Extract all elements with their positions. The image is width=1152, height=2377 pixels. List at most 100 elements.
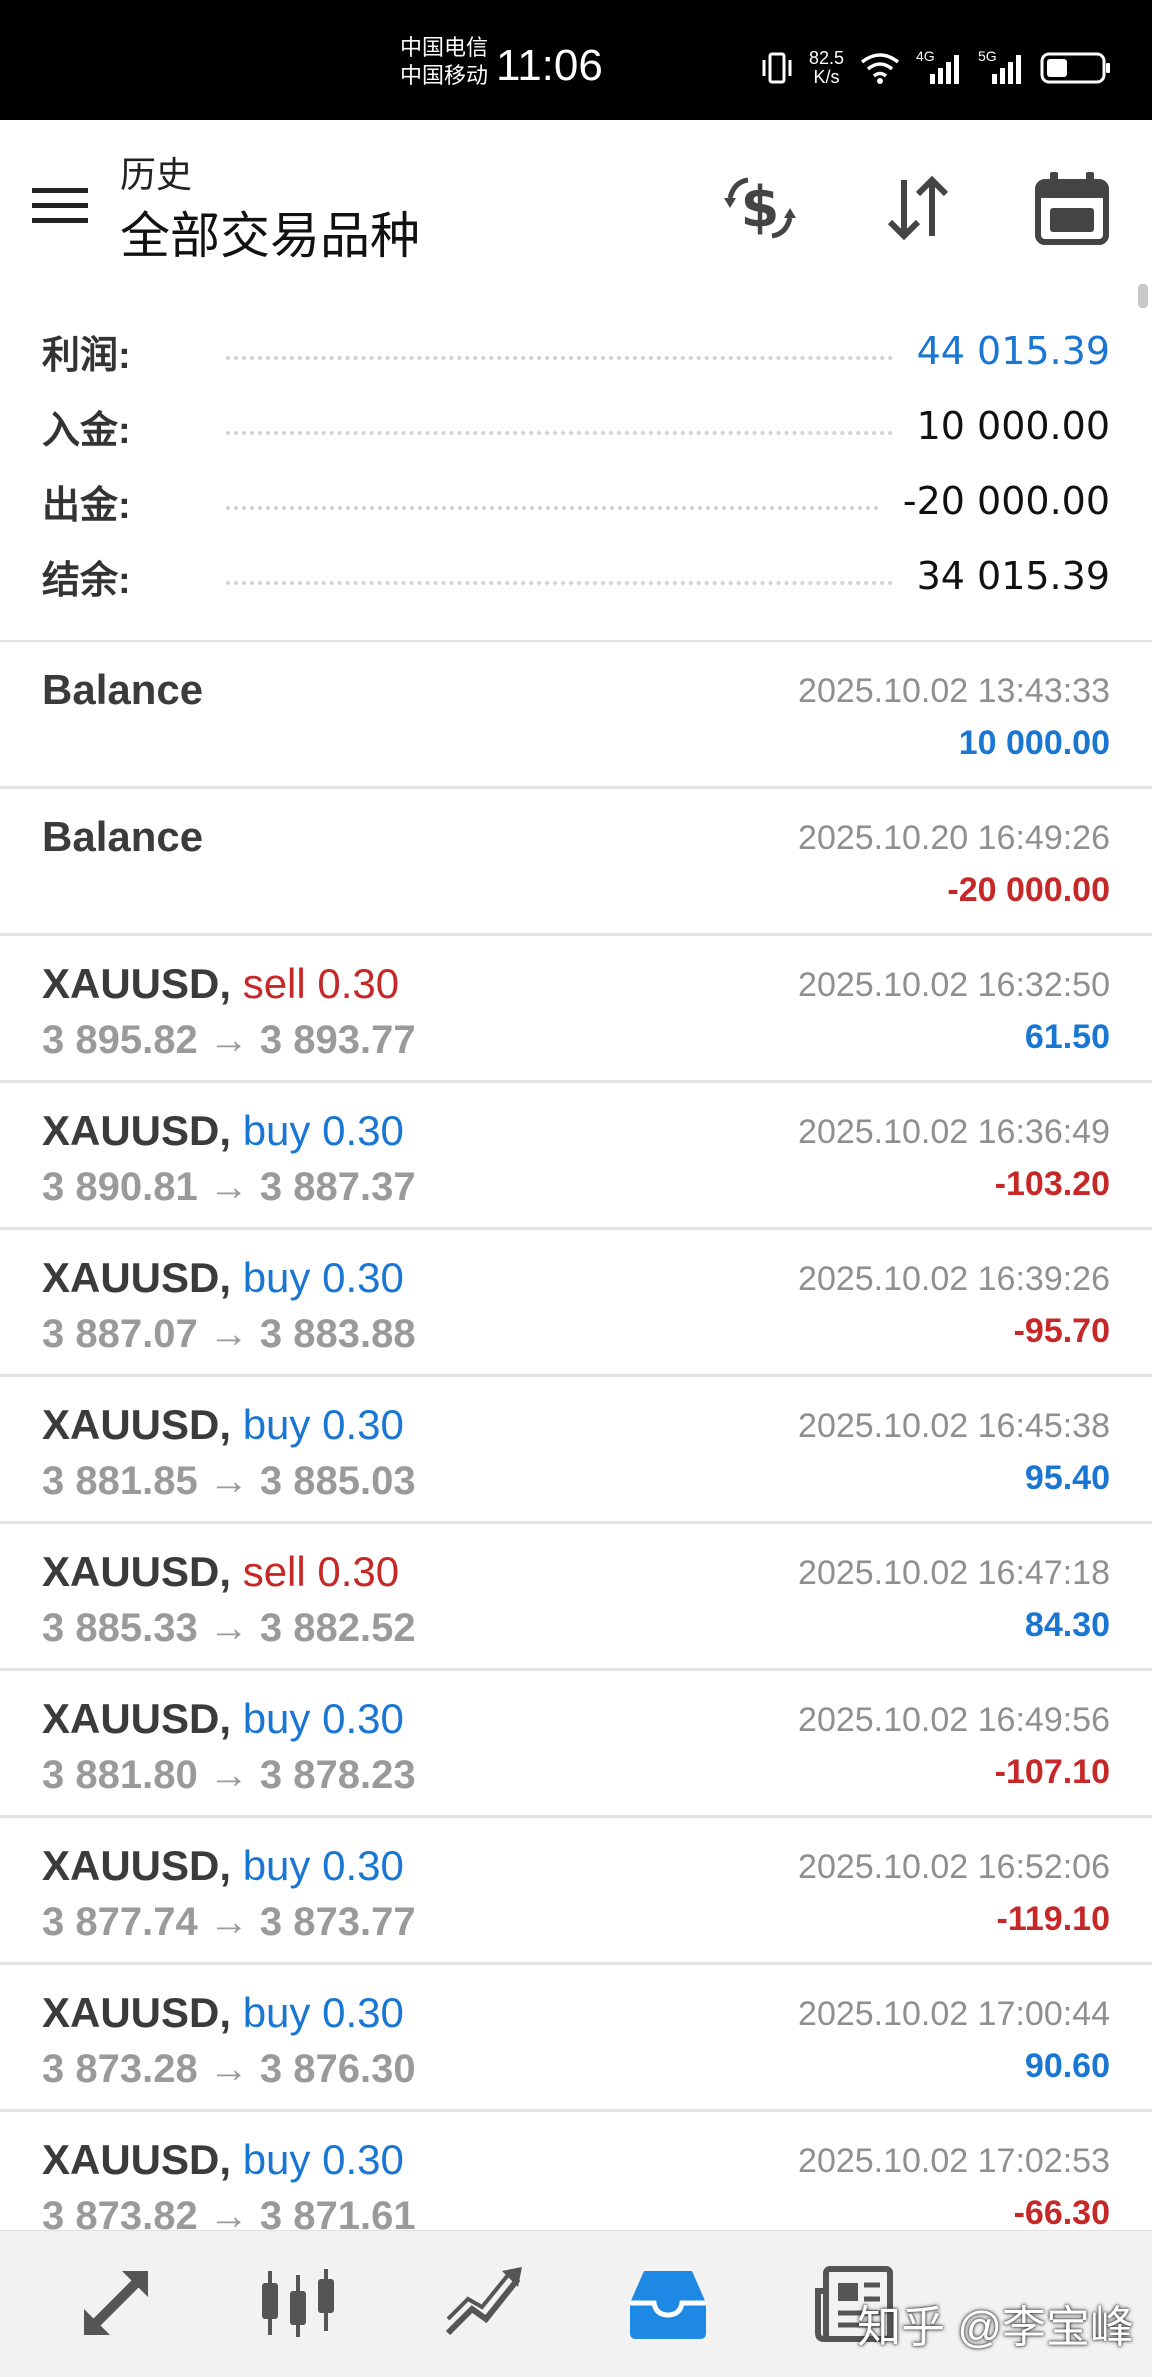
balance-label: 结余: [42,559,131,602]
page-subtitle: 历史 [120,154,193,195]
balance-filter-button[interactable]: $ [712,160,808,256]
trade-title: XAUUSD, sell 0.30 [42,960,399,1008]
trade-row[interactable]: XAUUSD, buy 0.30 3 877.74 → 3 873.77 202… [0,1818,1152,1965]
trade-side: sell 0.30 [242,960,400,1007]
trade-side: buy 0.30 [242,1842,404,1889]
summary-panel: 利润: 44 015.39 入金: 10 000.00 出金: -20 000.… [0,300,1152,643]
withdraw-value: -20 000.00 [902,479,1110,523]
trade-title: XAUUSD, buy 0.30 [42,2136,404,2184]
trade-row[interactable]: XAUUSD, buy 0.30 3 881.85 → 3 885.03 202… [0,1377,1152,1524]
trade-time: 2025.10.02 16:39:26 [798,1260,1110,1298]
summary-withdraw-row: 出金: -20 000.00 [42,464,1110,538]
carrier-2: 中国移动 [400,63,489,88]
vibrate-icon [762,52,792,84]
trade-profit: 95.40 [1024,1459,1110,1497]
watermark: 知乎 @李宝峰 [857,2303,1134,2352]
operation-amount: 10 000.00 [958,724,1110,762]
trade-time: 2025.10.02 16:52:06 [798,1848,1110,1886]
balance-row[interactable]: Balance 2025.10.20 16:49:26 -20 000.00 [0,789,1152,936]
trade-prices: 3 890.81 → 3 887.37 [42,1165,416,1209]
trade-row[interactable]: XAUUSD, sell 0.30 3 885.33 → 3 882.52 20… [0,1524,1152,1671]
trade-prices: 3 881.80 → 3 878.23 [42,1753,416,1797]
operation-time: 2025.10.02 13:43:33 [798,672,1110,710]
history-icon [630,2271,706,2339]
withdraw-label: 出金: [42,484,131,527]
trade-profit: -103.20 [994,1165,1110,1203]
net-speed-value: 82.5 [808,48,844,68]
trade-time: 2025.10.02 17:00:44 [798,1995,1110,2033]
calendar-icon [1035,172,1109,245]
summary-balance-row: 结余: 34 015.39 [42,539,1110,613]
trade-symbol: XAUUSD, [42,1401,232,1448]
page-title[interactable]: 全部交易品种 [120,196,420,268]
summary-profit-row: 利润: 44 015.39 [42,314,1110,388]
trade-profit: -95.70 [1013,1312,1110,1350]
trade-symbol: XAUUSD, [42,1695,232,1742]
wifi-icon [860,53,900,84]
trade-side: sell 0.30 [242,1548,400,1595]
signal-icon [930,55,959,84]
trade-prices: 3 881.85 → 3 885.03 [42,1459,416,1503]
profit-label: 利润: [42,334,131,377]
status-bar: 中国电信 中国移动 11:06 82.5 K/s 4G 5G [0,0,1152,120]
dotted-leader [226,356,893,360]
trade-symbol: XAUUSD, [42,960,232,1007]
trade-title: XAUUSD, buy 0.30 [42,1254,404,1302]
trade-profit: -66.30 [1013,2194,1110,2232]
trade-side: buy 0.30 [242,1695,404,1742]
nav-chart[interactable] [250,2255,346,2351]
trade-prices: 3 885.33 → 3 882.52 [42,1606,416,1650]
trade-symbol: XAUUSD, [42,1989,232,2036]
signal-5g: 5G [978,48,1026,86]
trade-time: 2025.10.02 16:36:49 [798,1113,1110,1151]
signal-4g: 4G [916,48,964,86]
trade-symbol: XAUUSD, [42,1842,232,1889]
balance-value: 34 015.39 [916,554,1110,598]
balance-row[interactable]: Balance 2025.10.02 13:43:33 10 000.00 [0,642,1152,789]
trade-row[interactable]: XAUUSD, buy 0.30 3 881.80 → 3 878.23 202… [0,1671,1152,1818]
sort-button[interactable] [870,160,966,256]
deposit-label: 入金: [42,409,131,452]
hamburger-icon [32,188,88,223]
trade-time: 2025.10.02 16:45:38 [798,1407,1110,1445]
trade-profit: 90.60 [1024,2047,1110,2085]
trade-profit: 84.30 [1024,1606,1110,1644]
menu-button[interactable] [24,170,96,242]
trade-row[interactable]: XAUUSD, sell 0.30 3 895.82 → 3 893.77 20… [0,936,1152,1083]
clock: 11:06 [496,41,603,90]
nav-history[interactable] [620,2255,716,2351]
carrier-names: 中国电信 中国移动 [400,34,488,90]
trade-row[interactable]: XAUUSD, buy 0.30 3 873.28 → 3 876.30 202… [0,1965,1152,2112]
trade-side: buy 0.30 [242,1254,404,1301]
status-icons: 82.5 K/s 4G 5G [759,44,1112,92]
trade-symbol: XAUUSD, [42,1107,232,1154]
trade-time: 2025.10.02 17:02:53 [798,2142,1110,2180]
trade-row[interactable]: XAUUSD, buy 0.30 3 890.81 → 3 887.37 202… [0,1083,1152,1230]
trade-prices: 3 895.82 → 3 893.77 [42,1018,416,1062]
trade-title: XAUUSD, buy 0.30 [42,1401,404,1449]
summary-deposit-row: 入金: 10 000.00 [42,389,1110,463]
trade-side: buy 0.30 [242,1401,404,1448]
trade-icon [445,2267,522,2336]
operation-title: Balance [42,666,204,713]
trade-prices: 3 873.28 → 3 876.30 [42,2047,416,2091]
trade-symbol: XAUUSD, [42,1254,232,1301]
nav-quotes[interactable] [68,2255,164,2351]
operation-title: Balance [42,813,204,860]
profit-value: 44 015.39 [916,329,1110,373]
bottom-navigation: 知乎 @李宝峰 [0,2230,1152,2377]
app-bar: 历史 全部交易品种 $ [0,120,1152,288]
battery-icon [1040,52,1110,84]
dotted-leader [226,581,893,585]
trade-title: XAUUSD, buy 0.30 [42,1842,404,1890]
trade-side: buy 0.30 [242,1107,404,1154]
calendar-button[interactable] [1024,160,1120,256]
trade-profit: -119.10 [996,1900,1110,1938]
trade-row[interactable]: XAUUSD, buy 0.30 3 887.07 → 3 883.88 202… [0,1230,1152,1377]
trade-prices: 3 877.74 → 3 873.77 [42,1900,416,1944]
trade-time: 2025.10.02 16:32:50 [798,966,1110,1004]
chart-icon [262,2269,334,2337]
trade-prices: 3 887.07 → 3 883.88 [42,1312,416,1356]
nav-trade[interactable] [436,2255,532,2351]
trade-symbol: XAUUSD, [42,1548,232,1595]
